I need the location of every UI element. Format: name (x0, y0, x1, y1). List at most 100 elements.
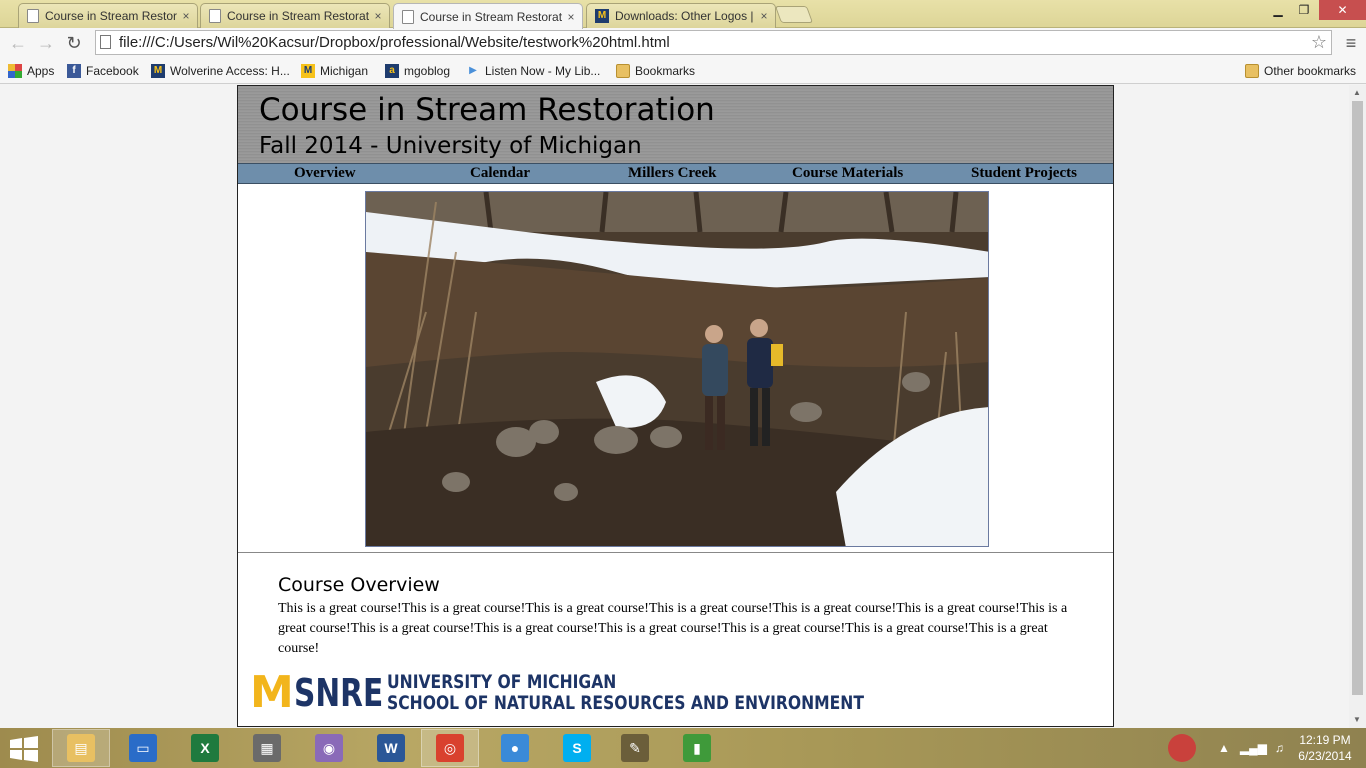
other-bookmarks[interactable]: Other bookmarks (1245, 62, 1356, 79)
page-icon (100, 35, 111, 49)
clock-time: 12:19 PM (1299, 733, 1351, 747)
back-icon[interactable]: ← (6, 31, 30, 55)
project-icon: ▮ (683, 734, 711, 762)
taskbar-app[interactable]: ◉ (300, 729, 358, 767)
vertical-scrollbar[interactable]: ▲ ▼ (1349, 85, 1366, 728)
bookmark-wolverine-access[interactable]: M Wolverine Access: H... (151, 62, 290, 79)
minimize-icon[interactable]: ▁ (1265, 0, 1291, 20)
logo-line-university: UNIVERSITY OF MICHIGAN (386, 671, 617, 693)
bookmark-apps[interactable]: Apps (8, 62, 54, 79)
app-icon: ● (501, 734, 529, 762)
menu-icon[interactable]: ≡ (1342, 31, 1360, 55)
paint-icon: ◉ (315, 734, 343, 762)
facebook-icon: f (67, 63, 81, 78)
bookmarks-bar: Apps f Facebook M Wolverine Access: H... M… (0, 57, 1366, 84)
folder-icon (616, 63, 630, 78)
tab-title: Course in Stream Restorat (420, 9, 562, 24)
reload-icon[interactable]: ↻ (62, 31, 86, 55)
taskbar-app[interactable]: ▤ (52, 729, 110, 767)
taskbar-clock[interactable]: 12:19 PM 6/23/2014 (1292, 732, 1358, 764)
url-text: file:///C:/Users/Wil%20Kacsur/Dropbox/pr… (119, 34, 670, 51)
document-icon (209, 9, 221, 23)
browser-tab[interactable]: M Downloads: Other Logos | × (586, 3, 776, 28)
clock-date: 6/23/2014 (1298, 749, 1352, 763)
bookmark-listen-now[interactable]: ▶ Listen Now - My Lib... (466, 62, 600, 79)
browser-toolbar: ← → ↻ file:///C:/Users/Wil%20Kacsur/Drop… (0, 28, 1366, 57)
document-icon (402, 9, 414, 24)
course-website: Course in Stream Restoration Fall 2014 -… (237, 85, 1114, 727)
nav-overview[interactable]: Overview (294, 165, 356, 182)
taskbar-app[interactable]: ● (486, 729, 544, 767)
snre-wordmark: SNRE (293, 671, 384, 715)
logo-text: UNIVERSITY OF MICHIGAN SCHOOL OF NATURAL… (387, 672, 864, 714)
lenovo-icon: ▭ (129, 734, 157, 762)
windows-taskbar: ▤ ▭ X ▦ ◉ W ◎ ● S ✎ ▮ ▲ ▂▄▆ ♫ 12:19 PM 6/23/2014 (0, 728, 1366, 768)
calculator-icon: ▦ (253, 734, 281, 762)
play-icon: ▶ (469, 64, 477, 76)
michigan-m-icon: M (595, 9, 609, 23)
taskbar-app[interactable]: ◎ (421, 729, 479, 767)
folder-icon (1245, 63, 1259, 78)
overview-heading: Course Overview (278, 574, 440, 596)
taskbar-app[interactable]: W (362, 729, 420, 767)
nav-student-projects[interactable]: Student Projects (971, 165, 1077, 182)
chrome-icon: ◎ (436, 734, 464, 762)
michigan-m-icon: M (151, 63, 165, 78)
bookmark-mgoblog[interactable]: a mgoblog (385, 62, 450, 79)
system-tray: ▲ ▂▄▆ ♫ (1168, 728, 1284, 768)
windows-start-icon[interactable] (8, 736, 40, 762)
skype-icon: S (563, 734, 591, 762)
nav-millers-creek[interactable]: Millers Creek (628, 165, 716, 182)
browser-tab[interactable]: Course in Stream Restorat × (200, 3, 390, 28)
site-subtitle: Fall 2014 - University of Michigan (259, 133, 642, 159)
bookmark-folder[interactable]: Bookmarks (616, 62, 695, 79)
show-hidden-icons-icon[interactable]: ▲ (1218, 741, 1230, 755)
forward-icon[interactable]: → (34, 31, 58, 55)
tab-title: Downloads: Other Logos | (615, 9, 754, 23)
browser-tab[interactable]: Course in Stream Restorat × (18, 3, 198, 28)
taskbar-app[interactable]: ✎ (606, 729, 664, 767)
overview-text: This is a great course!This is a great c… (278, 601, 1068, 656)
site-nav: Overview Calendar Millers Creek Course M… (238, 163, 1113, 184)
page-viewport: Course in Stream Restoration Fall 2014 -… (0, 85, 1349, 728)
browser-tab-active[interactable]: Course in Stream Restorat × (393, 3, 583, 29)
file-explorer-icon: ▤ (67, 734, 95, 762)
taskbar-app[interactable]: S (548, 729, 606, 767)
tab-title: Course in Stream Restorat (45, 9, 177, 23)
logo-line-school: SCHOOL OF NATURAL RESOURCES AND ENVIRONM… (386, 692, 864, 714)
nav-calendar[interactable]: Calendar (470, 165, 530, 182)
taskbar-app[interactable]: X (176, 729, 234, 767)
restore-icon[interactable]: ❐ (1291, 0, 1317, 20)
new-tab-button[interactable] (774, 6, 814, 23)
excel-icon: X (191, 734, 219, 762)
address-bar[interactable]: file:///C:/Users/Wil%20Kacsur/Dropbox/pr… (95, 30, 1332, 55)
antivirus-icon[interactable] (1168, 734, 1196, 762)
taskbar-app[interactable]: ▮ (668, 729, 726, 767)
volume-icon[interactable]: ♫ (1275, 741, 1284, 755)
apps-icon (8, 63, 22, 78)
tab-close-icon[interactable]: × (373, 9, 383, 23)
tab-close-icon[interactable]: × (181, 9, 191, 23)
scroll-up-icon[interactable]: ▲ (1353, 88, 1361, 97)
taskbar-app[interactable]: ▭ (114, 729, 172, 767)
stream-photo (365, 191, 989, 547)
bookmark-facebook[interactable]: f Facebook (67, 62, 139, 79)
window-close-icon[interactable]: ✕ (1319, 0, 1366, 20)
word-icon: W (377, 734, 405, 762)
network-icon[interactable]: ▂▄▆ (1240, 741, 1267, 755)
bookmark-star-icon[interactable]: ☆ (1311, 31, 1327, 54)
tab-close-icon[interactable]: × (566, 10, 576, 24)
nav-course-materials[interactable]: Course Materials (792, 165, 903, 182)
scroll-down-icon[interactable]: ▼ (1353, 715, 1361, 724)
bookmark-michigan[interactable]: M Michigan (301, 62, 368, 79)
taskbar-app[interactable]: ▦ (238, 729, 296, 767)
tab-strip: Course in Stream Restorat × Course in St… (0, 0, 1366, 29)
michigan-m-icon: M (301, 63, 315, 78)
gimp-icon: ✎ (621, 734, 649, 762)
snre-logo: M SNRE UNIVERSITY OF MICHIGAN SCHOOL OF … (250, 669, 864, 717)
scrollbar-thumb[interactable] (1352, 101, 1363, 695)
site-title: Course in Stream Restoration (259, 92, 715, 128)
tab-close-icon[interactable]: × (759, 9, 769, 23)
stream-photo-illustration (366, 192, 988, 546)
site-banner: Course in Stream Restoration Fall 2014 -… (238, 86, 1113, 163)
